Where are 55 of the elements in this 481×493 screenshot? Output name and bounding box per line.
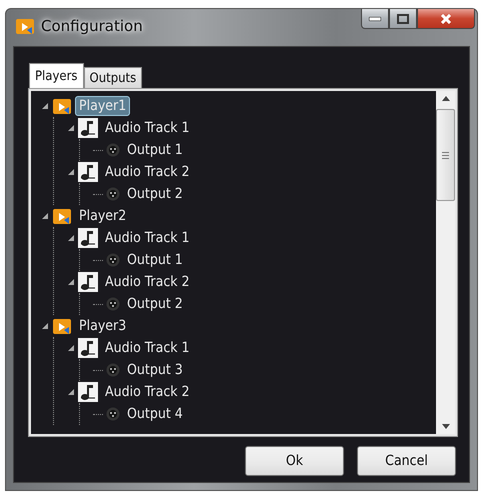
collapse-icon[interactable]: [41, 212, 49, 220]
music-note-icon: [78, 162, 98, 182]
connector-icon: [106, 297, 120, 311]
connector-icon: [106, 187, 120, 201]
tree-item[interactable]: Audio Track 1: [101, 338, 194, 358]
player-icon: [52, 317, 72, 335]
connector-icon: [106, 253, 120, 267]
tree-item[interactable]: Audio Track 2: [101, 162, 194, 182]
close-icon: [440, 14, 452, 24]
music-note-icon: [78, 228, 98, 248]
tree-item[interactable]: Output 3: [123, 360, 187, 380]
connector-icon: [106, 407, 120, 421]
music-note-icon: [78, 272, 98, 292]
connector-icon: [106, 363, 120, 377]
minimize-icon: [369, 16, 381, 20]
music-note-icon: [78, 382, 98, 402]
window-title: Configuration: [41, 17, 143, 35]
minimize-button[interactable]: [361, 9, 389, 29]
tree-item[interactable]: Output 4: [123, 404, 187, 424]
tree-item[interactable]: Output 1: [123, 140, 187, 160]
tree-item[interactable]: Audio Track 2: [101, 382, 194, 402]
music-note-icon: [78, 118, 98, 138]
collapse-icon[interactable]: [67, 344, 75, 352]
collapse-icon[interactable]: [67, 234, 75, 242]
collapse-icon[interactable]: [41, 322, 49, 330]
tree-item[interactable]: Output 2: [123, 184, 187, 204]
scroll-thumb[interactable]: [436, 109, 455, 201]
collapse-icon[interactable]: [67, 168, 75, 176]
collapse-icon[interactable]: [67, 278, 75, 286]
music-note-icon: [78, 338, 98, 358]
maximize-icon: [397, 14, 409, 24]
tree-item[interactable]: Output 2: [123, 294, 187, 314]
tree-item[interactable]: Output 1: [123, 250, 187, 270]
collapse-icon[interactable]: [67, 388, 75, 396]
tree-item[interactable]: Audio Track 2: [101, 272, 194, 292]
collapse-icon[interactable]: [67, 124, 75, 132]
tree-item[interactable]: Audio Track 1: [101, 118, 194, 138]
player-icon: [52, 207, 72, 225]
connector-icon: [106, 143, 120, 157]
tree-item[interactable]: Audio Track 1: [101, 228, 194, 248]
player-icon: [52, 97, 72, 115]
close-button[interactable]: [417, 9, 475, 29]
ok-button[interactable]: Ok: [245, 446, 344, 476]
cancel-button[interactable]: Cancel: [357, 446, 456, 476]
tab[interactable]: Outputs: [84, 67, 142, 89]
tree-item[interactable]: Player3: [75, 316, 130, 336]
scroll-down-icon[interactable]: [442, 424, 450, 429]
scrollbar[interactable]: [436, 91, 455, 434]
tab[interactable]: Players: [29, 63, 84, 89]
maximize-button[interactable]: [389, 9, 417, 29]
tree-item[interactable]: Player2: [75, 206, 130, 226]
scroll-up-icon[interactable]: [442, 96, 450, 101]
grip-icon: [442, 152, 449, 158]
collapse-icon[interactable]: [41, 102, 49, 110]
player-icon: [15, 17, 35, 35]
